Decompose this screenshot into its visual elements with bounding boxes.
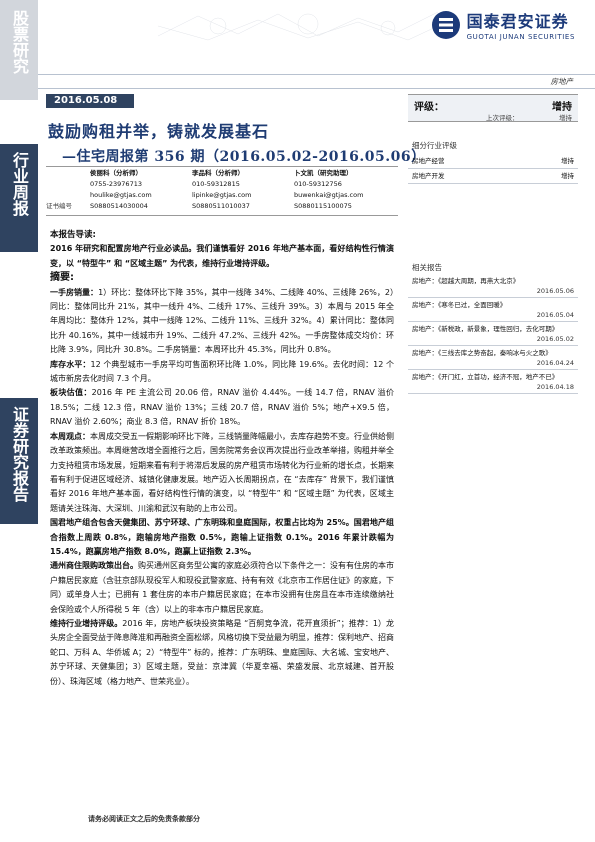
company-logo: 国泰君安证券 GUOTAI JUNAN SECURITIES (431, 8, 575, 41)
report-date: 2016.05.08 (46, 94, 134, 108)
analysts-emails-row: houlike@gtjas.com lipinke@gtjas.com buwe… (46, 190, 396, 201)
sidebar-mid-label: 行业周报 (10, 152, 29, 216)
report-subtitle: —住宅周报第 356 期（2016.05.02-2016.05.06） (62, 149, 426, 165)
header-divider (38, 74, 595, 75)
sub-industry-table: 房地产经营 增持 房地产开发 增持 (408, 154, 578, 184)
analysts-certs-row: 证书编号 S0880514030004 S0880511010037 S0880… (46, 201, 396, 212)
section-tag: 房地产 (550, 77, 574, 86)
analyst-email[interactable]: lipinke@gtjas.com (192, 190, 294, 201)
rating-panel: 评级： 增持 上次评级： 增持 (408, 94, 578, 122)
abstract-label: 摘要: (50, 272, 74, 284)
sub-industry-name: 房地产开发 (412, 172, 445, 180)
header-watermark-pattern (158, 11, 438, 41)
related-reports-title: 相关报告 (412, 263, 442, 272)
analysts-phones-row: 0755-23976713 010-59312815 010-59312756 (46, 179, 396, 190)
sub-industry-rating: 增持 (561, 157, 574, 165)
sidebar-top-band: 股票研究 (0, 0, 38, 100)
logo-chinese-text: 国泰君安证券 (466, 12, 569, 31)
rating-label: 评级： (414, 102, 444, 113)
cert-label: 证书编号 (46, 202, 72, 210)
paragraph-text: 2016 年 PE 主流公司 20.06 倍，RNAV 溢价 4.44%。一线 … (50, 388, 395, 427)
rating-box: 评级： 增持 上次评级： 增持 (408, 94, 578, 122)
logo-english-text: GUOTAI JUNAN SECURITIES (466, 33, 575, 41)
paragraph-inventory: 库存水平：12 个典型城市一手房平均可售面积环比降 1.0%，同比降 19.6%… (50, 358, 394, 387)
disclaimer-footer: 请务必阅读正文之后的免责条款部分 (88, 815, 200, 823)
related-report-item[interactable]: 房地产：《新税政，新景象，理性回归，去化可期》 2016.05.02 (408, 322, 578, 346)
previous-rating-label: 上次评级： (486, 114, 519, 122)
analyst-phone: 010-59312756 (294, 180, 342, 188)
related-report-date: 2016.04.18 (536, 383, 574, 391)
paragraph-rating: 维持行业增持评级。2016 年，房地产板块投资策略是 “百舸竞争流，花开直须折”… (50, 617, 394, 689)
related-report-text: 房地产：《开门红，立首功，经济不冠，地产不已》 (412, 373, 559, 381)
previous-rating-value: 增持 (559, 114, 572, 122)
related-report-item[interactable]: 房地产：《三线去库之势奋起，秦响冰与火之歌》 2016.04.24 (408, 346, 578, 370)
analysts-bottom-rule (46, 215, 398, 216)
analysts-names-row: 侯丽科（分析师） 李品科（分析师） 卜文凯（研究助理） (46, 168, 396, 179)
related-reports-list: 房地产：《超越大周期，再燕大北京》 2016.05.06 房地产：《寒冬已过，全… (408, 274, 578, 394)
paragraph-lead: 库存水平： (50, 359, 91, 369)
related-report-text: 房地产：《新税政，新景象，理性回归，去化可期》 (412, 325, 559, 333)
logo-mark-icon (431, 10, 460, 39)
analyst-name: 李品科（分析师） (192, 169, 244, 177)
analyst-name: 卜文凯（研究助理） (294, 169, 353, 177)
related-report-date: 2016.05.02 (536, 335, 574, 343)
rating-value: 增持 (552, 102, 572, 113)
analysts-top-rule (46, 166, 398, 167)
analyst-phone: 0755-23976713 (90, 180, 142, 188)
paragraph-text: 2016 年，房地产板块投资策略是 “百舸竞争流，花开直须折”；推荐：1）龙头房… (50, 618, 395, 686)
paragraph-lead: 板块估值： (50, 388, 92, 398)
related-report-item[interactable]: 房地产：《超越大周期，再燕大北京》 2016.05.06 (408, 274, 578, 298)
analysts-table: 侯丽科（分析师） 李品科（分析师） 卜文凯（研究助理） 0755-2397671… (46, 168, 396, 212)
paragraph-lead: 通州商住限购政策出台。 (50, 561, 138, 571)
related-report-date: 2016.05.04 (536, 311, 574, 319)
report-title: 鼓励购租并举，铸就发展基石 (48, 122, 270, 141)
related-report-text: 房地产：《超越大周期，再燕大北京》 (412, 277, 520, 285)
sidebar-mid-band: 行业周报 (0, 144, 38, 252)
analyst-email[interactable]: buwenkai@gtjas.com (294, 190, 396, 201)
paragraph-text: 1）环比：整体环比下降 35%，其中一线降 34%、二线降 40%、三线降 26… (50, 287, 394, 355)
related-report-text: 房地产：《三线去库之势奋起，秦响冰与火之歌》 (412, 349, 552, 357)
guide-text: 2016 年研究和配置房地产行业必读品。我们谨慎看好 2016 年地产基本面，看… (50, 244, 394, 268)
paragraph-lead: 维持行业增持评级。 (50, 618, 123, 628)
related-report-date: 2016.05.06 (536, 287, 574, 295)
analyst-cert: S0880514030004 (90, 202, 148, 210)
paragraph-sales: 一手房销量：1）环比：整体环比下降 35%，其中一线降 34%、二线降 40%、… (50, 286, 394, 358)
paragraph-lead: 一手房销量： (50, 287, 99, 297)
header-divider-second (38, 88, 595, 89)
header: 国泰君安证券 GUOTAI JUNAN SECURITIES (38, 0, 595, 50)
paragraph-text: 本周成交受五一假期影响环比下降，三线销量降幅最小，去库存趋势不变。行业供给侧改革… (50, 431, 394, 513)
sub-industry-row: 房地产经营 增持 (408, 154, 578, 169)
analyst-cert: S0880115100075 (294, 202, 352, 210)
analyst-cert: S0880511010037 (192, 202, 250, 210)
paragraph-portfolio: 国君地产组合包含天健集团、苏宁环球、广东明珠和皇庭国际，权重占比均为 25%。国… (50, 518, 394, 556)
sidebar-bottom-band: 证券研究报告 (0, 398, 38, 524)
analyst-email[interactable]: houlike@gtjas.com (90, 190, 192, 201)
sub-industry-row: 房地产开发 增持 (408, 169, 578, 184)
sidebar-bottom-label: 证券研究报告 (10, 406, 29, 502)
paragraph-view: 本周观点：本周成交受五一假期影响环比下降，三线销量降幅最小，去库存趋势不变。行业… (50, 430, 394, 516)
related-report-item[interactable]: 房地产：《寒冬已过，全面回暖》 2016.05.04 (408, 298, 578, 322)
sidebar-top-label: 股票研究 (10, 10, 29, 74)
sub-industry-name: 房地产经营 (412, 157, 445, 165)
sub-industry-rating: 增持 (561, 172, 574, 180)
analyst-phone: 010-59312815 (192, 180, 240, 188)
paragraph-text: 12 个典型城市一手房平均可售面积环比降 1.0%，同比降 19.6%。去化时间… (50, 359, 394, 384)
sub-industry-title: 细分行业评级 (412, 141, 457, 150)
report-body: 本报告导读: 2016 年研究和配置房地产行业必读品。我们谨慎看好 2016 年… (50, 228, 394, 689)
paragraph-valuation: 板块估值：2016 年 PE 主流公司 20.06 倍，RNAV 溢价 4.44… (50, 386, 394, 429)
paragraph-tongzhou: 通州商住限购政策出台。购买通州区商务型公寓的家庭必须符合以下条件之一：没有有住房… (50, 559, 394, 617)
analyst-name: 侯丽科（分析师） (90, 169, 142, 177)
related-report-text: 房地产：《寒冬已过，全面回暖》 (412, 301, 507, 309)
guide-label: 本报告导读: (50, 230, 96, 240)
related-report-item[interactable]: 房地产：《开门红，立首功，经济不冠，地产不已》 2016.04.18 (408, 370, 578, 394)
related-report-date: 2016.04.24 (536, 359, 574, 367)
paragraph-lead: 本周观点： (50, 431, 90, 441)
